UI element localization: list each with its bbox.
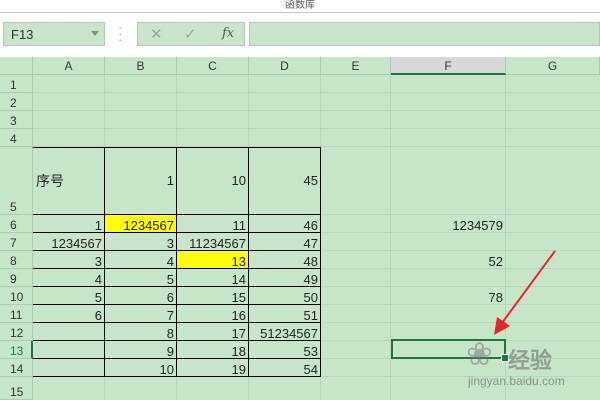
table-border [33, 268, 321, 269]
row-header-10[interactable]: 10 [0, 287, 33, 305]
cell-a8[interactable]: 3 [33, 251, 105, 269]
table-border [320, 147, 321, 377]
cell-c8[interactable]: 13 [177, 251, 249, 269]
watermark-url: jingyan.baidu.com [468, 374, 565, 388]
cell-b5[interactable]: 1 [105, 147, 177, 215]
row-header-5[interactable]: 5 [0, 147, 33, 215]
cell-d9[interactable]: 49 [249, 269, 321, 287]
cell-c6[interactable]: 11 [177, 215, 249, 233]
cell-c13[interactable]: 18 [177, 341, 249, 359]
cell-d5[interactable]: 45 [249, 147, 321, 215]
formula-buttons: ✕ ✓ fx [137, 22, 245, 46]
row-header-2[interactable]: 2 [0, 93, 33, 111]
more-options-icon[interactable]: · · · [118, 21, 122, 46]
cell-d12[interactable]: 51234567 [249, 323, 321, 341]
cell-a12[interactable] [33, 323, 105, 341]
table-border [33, 286, 321, 287]
cell-b6[interactable]: 1234567 [105, 215, 177, 233]
table-border [33, 376, 321, 377]
column-header-d[interactable]: D [249, 57, 321, 75]
table-border [33, 358, 321, 359]
gridline [33, 92, 600, 93]
cell-b12[interactable]: 8 [105, 323, 177, 341]
cell-d6[interactable]: 46 [249, 215, 321, 233]
row-header-15[interactable]: 15 [0, 377, 33, 400]
column-header-b[interactable]: B [105, 57, 177, 75]
cell-b8[interactable]: 4 [105, 251, 177, 269]
name-box[interactable]: F13 [3, 22, 105, 46]
table-border [33, 214, 321, 215]
row-header-9[interactable]: 9 [0, 269, 33, 287]
row-header-8[interactable]: 8 [0, 251, 33, 269]
cell-c9[interactable]: 14 [177, 269, 249, 287]
cell-a5[interactable]: 序号 [33, 147, 105, 215]
cell-a6[interactable]: 1 [33, 215, 105, 233]
watermark: ❀ 经验 jingyan.baidu.com [458, 329, 600, 397]
cell-a9[interactable]: 4 [33, 269, 105, 287]
cell-c10[interactable]: 15 [177, 287, 249, 305]
cell-d10[interactable]: 50 [249, 287, 321, 305]
cell-b9[interactable]: 5 [105, 269, 177, 287]
row-header-12[interactable]: 12 [0, 323, 33, 341]
cell-c12[interactable]: 17 [177, 323, 249, 341]
chevron-down-icon[interactable] [91, 31, 99, 36]
table-border [176, 147, 177, 377]
cell-c14[interactable]: 19 [177, 359, 249, 377]
cell-a10[interactable]: 5 [33, 287, 105, 305]
cancel-icon[interactable]: ✕ [150, 25, 163, 43]
cell-d11[interactable]: 51 [249, 305, 321, 323]
row-header-4[interactable]: 4 [0, 129, 33, 147]
row-header-1[interactable]: 1 [0, 75, 33, 93]
column-header-a[interactable]: A [33, 57, 105, 75]
cell-b13[interactable]: 9 [105, 341, 177, 359]
cell-d8[interactable]: 48 [249, 251, 321, 269]
cell-d13[interactable]: 53 [249, 341, 321, 359]
row-header-3[interactable]: 3 [0, 111, 33, 129]
cell-a13[interactable] [33, 341, 105, 359]
cell-c11[interactable]: 16 [177, 305, 249, 323]
window-title-strip: 函数库 [0, 0, 600, 13]
column-header-g[interactable]: G [506, 57, 600, 75]
watermark-brand: 经验 [508, 348, 553, 373]
table-border [33, 232, 321, 233]
cell-b14[interactable]: 10 [105, 359, 177, 377]
table-border [248, 147, 249, 377]
cell-b7[interactable]: 3 [105, 233, 177, 251]
row-header-14[interactable]: 14 [0, 359, 33, 377]
cell-a14[interactable] [33, 359, 105, 377]
gridline [33, 110, 600, 111]
table-border [104, 147, 105, 377]
table-border [33, 322, 321, 323]
cell-b11[interactable]: 7 [105, 305, 177, 323]
row-header-6[interactable]: 6 [0, 215, 33, 233]
column-header-c[interactable]: C [177, 57, 249, 75]
cell-d7[interactable]: 47 [249, 233, 321, 251]
cell-c7[interactable]: 11234567 [177, 233, 249, 251]
table-border [33, 250, 321, 251]
row-header-11[interactable]: 11 [0, 305, 33, 323]
cell-c5[interactable]: 10 [177, 147, 249, 215]
gridline [33, 128, 600, 129]
row-header-7[interactable]: 7 [0, 233, 33, 251]
table-border [33, 340, 321, 341]
window-title: 函数库 [285, 0, 315, 11]
formula-input[interactable] [249, 22, 600, 46]
table-border [33, 147, 321, 148]
table-border [33, 304, 321, 305]
cell-a7[interactable]: 1234567 [33, 233, 105, 251]
cell-a11[interactable]: 6 [33, 305, 105, 323]
select-all-corner[interactable] [0, 57, 33, 75]
cell-d14[interactable]: 54 [249, 359, 321, 377]
column-header-e[interactable]: E [321, 57, 391, 75]
confirm-icon[interactable]: ✓ [184, 25, 197, 43]
cell-f6[interactable]: 1234579 [391, 215, 506, 233]
column-header-f[interactable]: F [391, 57, 506, 75]
spreadsheet-grid[interactable]: A B C D E F G 1 2 3 4 5 6 7 8 9 10 11 12… [0, 57, 600, 400]
row-header-13[interactable]: 13 [0, 341, 33, 359]
name-box-value: F13 [11, 27, 34, 42]
insert-function-icon[interactable]: fx [222, 26, 234, 41]
formula-bar: F13 · · · ✕ ✓ fx [0, 13, 600, 57]
cell-b10[interactable]: 6 [105, 287, 177, 305]
paw-logo-icon: ❀ [466, 336, 493, 372]
